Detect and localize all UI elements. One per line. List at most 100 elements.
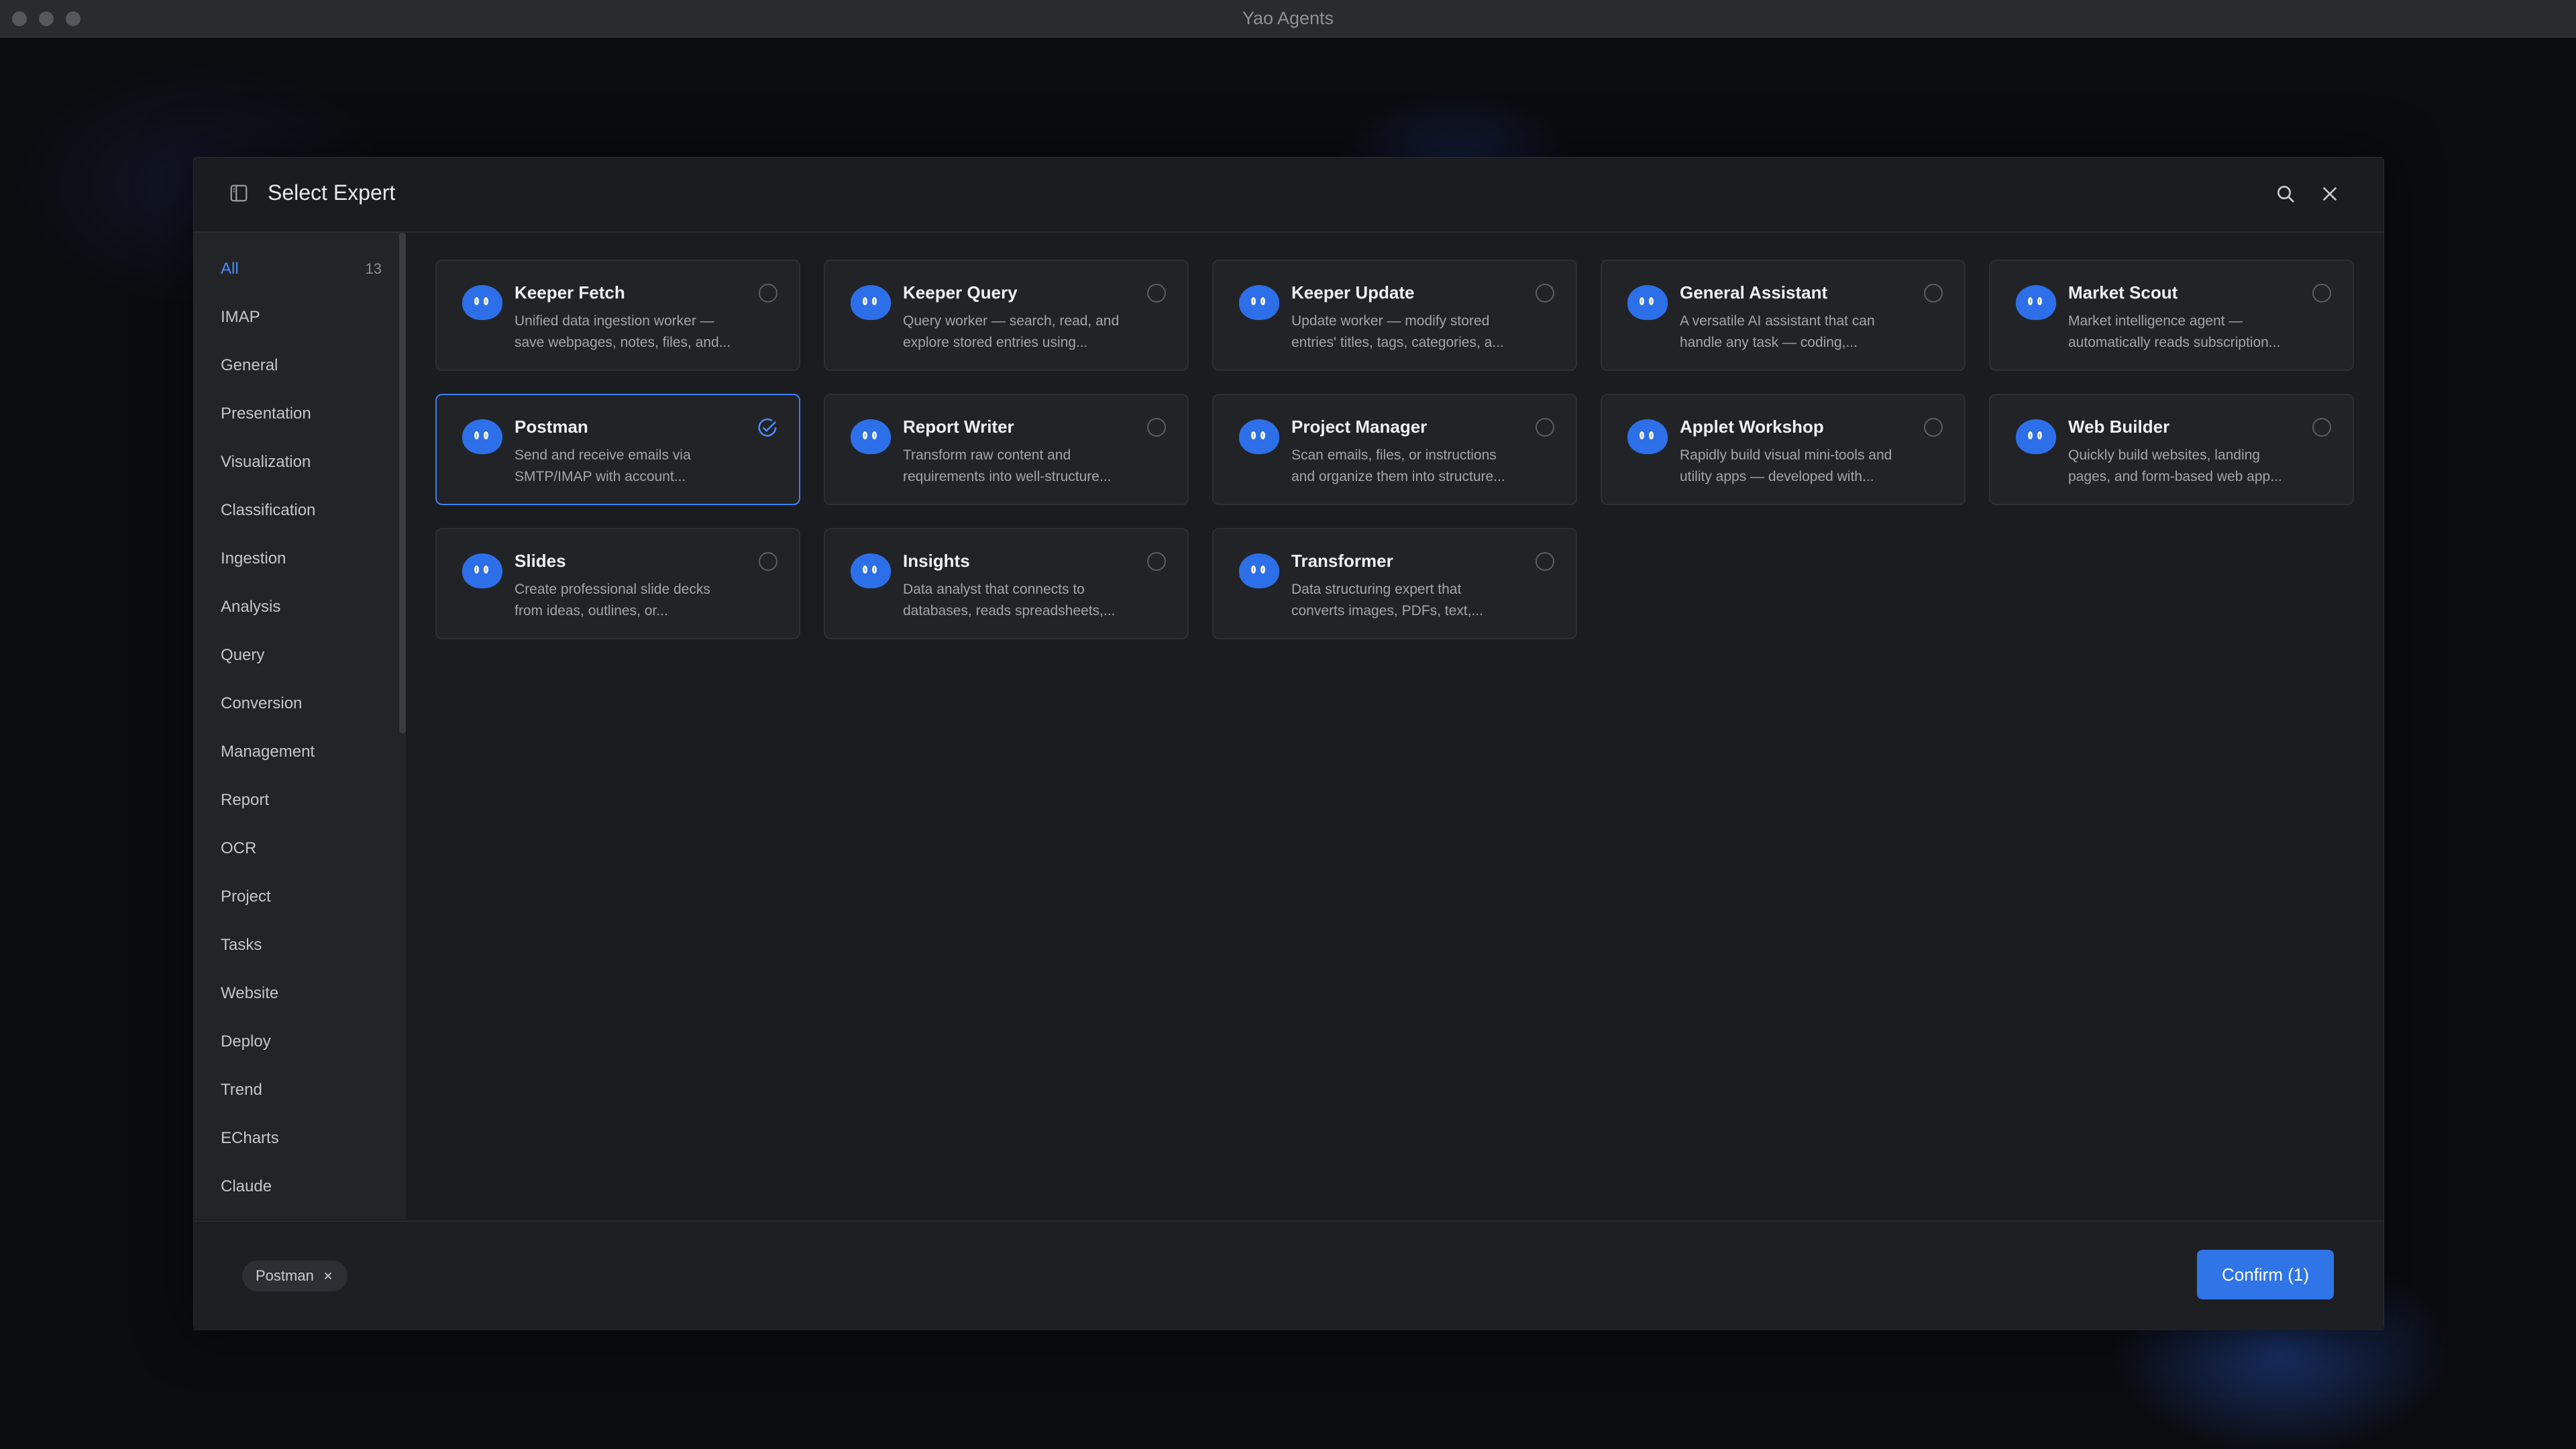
category-count: 13 <box>365 260 382 277</box>
radio-unchecked-icon[interactable] <box>1536 418 1554 437</box>
robot-avatar-icon <box>462 553 502 588</box>
expert-card-insights[interactable]: Insights Data analyst that connects to da… <box>824 528 1189 639</box>
category-item-management[interactable]: Management <box>221 733 382 771</box>
category-label: Ingestion <box>221 549 286 568</box>
category-item-deploy[interactable]: Deploy <box>221 1023 382 1061</box>
modal-header: Select Expert <box>194 158 2383 233</box>
category-item-report[interactable]: Report <box>221 782 382 819</box>
radio-unchecked-icon[interactable] <box>1536 284 1554 303</box>
robot-avatar-icon <box>462 285 502 320</box>
robot-avatar-icon <box>1239 419 1279 454</box>
expert-card-web-builder[interactable]: Web Builder Quickly build websites, land… <box>1989 394 2354 505</box>
expert-card-general-assistant[interactable]: General Assistant A versatile AI assista… <box>1601 260 1966 371</box>
expert-description: Rapidly build visual mini-tools and utili… <box>1680 447 1892 484</box>
category-item-imap[interactable]: IMAP <box>221 299 382 336</box>
expert-card-keeper-query[interactable]: Keeper Query Query worker — search, read… <box>824 260 1189 371</box>
category-item-conversion[interactable]: Conversion <box>221 685 382 722</box>
robot-avatar-icon <box>2016 419 2056 454</box>
category-label: Report <box>221 791 270 809</box>
minimize-window-button[interactable] <box>39 11 54 26</box>
category-label: Analysis <box>221 598 281 616</box>
category-item-visualization[interactable]: Visualization <box>221 443 382 481</box>
radio-unchecked-icon[interactable] <box>759 284 777 303</box>
category-label: Trend <box>221 1081 262 1099</box>
expert-description: Quickly build websites, landing pages, an… <box>2068 447 2282 484</box>
category-label: Tasks <box>221 936 262 954</box>
expert-card-keeper-update[interactable]: Keeper Update Update worker — modify sto… <box>1212 260 1577 371</box>
expert-card-market-scout[interactable]: Market Scout Market intelligence agent —… <box>1989 260 2354 371</box>
expert-description: Data structuring expert that converts ima… <box>1291 582 1483 619</box>
expert-description: A versatile AI assistant that can handle … <box>1680 313 1875 350</box>
expert-description: Data analyst that connects to databases, … <box>903 582 1116 619</box>
sidebar-toggle-icon[interactable] <box>229 183 249 203</box>
category-item-ocr[interactable]: OCR <box>221 830 382 867</box>
expert-description: Query worker — search, read, and explore … <box>903 313 1120 350</box>
category-label: Deploy <box>221 1032 271 1051</box>
radio-unchecked-icon[interactable] <box>1147 552 1166 571</box>
close-window-button[interactable] <box>12 11 27 26</box>
robot-avatar-icon <box>1627 285 1668 320</box>
category-label: Classification <box>221 501 316 519</box>
category-item-claude[interactable]: Claude <box>221 1168 382 1205</box>
category-item-classification[interactable]: Classification <box>221 492 382 529</box>
category-item-presentation[interactable]: Presentation <box>221 395 382 433</box>
robot-avatar-icon <box>1627 419 1668 454</box>
radio-unchecked-icon[interactable] <box>759 552 777 571</box>
expert-name: Keeper Update <box>1291 282 1415 303</box>
expert-name: Slides <box>515 551 566 571</box>
expert-name: General Assistant <box>1680 282 1828 303</box>
chip-label: Postman <box>256 1267 314 1284</box>
expert-name: Postman <box>515 417 588 437</box>
radio-unchecked-icon[interactable] <box>1924 418 1943 437</box>
category-label: Visualization <box>221 453 311 471</box>
robot-avatar-icon <box>851 285 891 320</box>
remove-chip-close-icon[interactable] <box>322 1270 334 1282</box>
category-item-website[interactable]: Website <box>221 975 382 1012</box>
confirm-button[interactable]: Confirm (1) <box>2197 1250 2334 1299</box>
zoom-window-button[interactable] <box>66 11 80 26</box>
robot-avatar-icon <box>2016 285 2056 320</box>
category-label: Conversion <box>221 694 303 712</box>
expert-card-applet-workshop[interactable]: Applet Workshop Rapidly build visual min… <box>1601 394 1966 505</box>
window-titlebar: Yao Agents <box>0 0 2576 38</box>
expert-name: Keeper Fetch <box>515 282 625 303</box>
close-icon[interactable] <box>2319 183 2341 205</box>
modal-title: Select Expert <box>268 180 396 205</box>
radio-unchecked-icon[interactable] <box>1147 284 1166 303</box>
category-item-ingestion[interactable]: Ingestion <box>221 540 382 578</box>
select-expert-modal: Select Expert All 13 IMAP General Presen… <box>193 157 2384 1330</box>
category-label: Claude <box>221 1177 272 1195</box>
category-item-general[interactable]: General <box>221 347 382 384</box>
expert-name: Web Builder <box>2068 417 2170 437</box>
expert-card-transformer[interactable]: Transformer Data structuring expert that… <box>1212 528 1577 639</box>
expert-description: Scan emails, files, or instructions and o… <box>1291 447 1505 484</box>
category-item-all[interactable]: All 13 <box>221 250 382 288</box>
check-circle-icon[interactable] <box>756 417 779 439</box>
radio-unchecked-icon[interactable] <box>1924 284 1943 303</box>
expert-description: Market intelligence agent — automatically… <box>2068 313 2281 350</box>
category-item-project[interactable]: Project <box>221 878 382 916</box>
expert-card-report-writer[interactable]: Report Writer Transform raw content and r… <box>824 394 1189 505</box>
sidebar-scrollbar[interactable] <box>399 233 406 733</box>
modal-footer: Postman Confirm (1) <box>194 1220 2383 1330</box>
window-controls <box>12 11 80 26</box>
radio-unchecked-icon[interactable] <box>1147 418 1166 437</box>
radio-unchecked-icon[interactable] <box>1536 552 1554 571</box>
expert-card-project-manager[interactable]: Project Manager Scan emails, files, or i… <box>1212 394 1577 505</box>
robot-avatar-icon <box>851 419 891 454</box>
expert-card-postman[interactable]: Postman Send and receive emails via SMTP/… <box>435 394 800 505</box>
robot-avatar-icon <box>1239 285 1279 320</box>
expert-description: Send and receive emails via SMTP/IMAP wit… <box>515 447 691 484</box>
robot-avatar-icon <box>462 419 502 454</box>
category-item-query[interactable]: Query <box>221 637 382 674</box>
expert-card-slides[interactable]: Slides Create professional slide decks fr… <box>435 528 800 639</box>
robot-avatar-icon <box>851 553 891 588</box>
expert-card-keeper-fetch[interactable]: Keeper Fetch Unified data ingestion work… <box>435 260 800 371</box>
radio-unchecked-icon[interactable] <box>2312 418 2331 437</box>
category-item-echarts[interactable]: ECharts <box>221 1120 382 1157</box>
category-item-trend[interactable]: Trend <box>221 1071 382 1109</box>
category-item-analysis[interactable]: Analysis <box>221 588 382 626</box>
radio-unchecked-icon[interactable] <box>2312 284 2331 303</box>
category-item-tasks[interactable]: Tasks <box>221 926 382 964</box>
search-icon[interactable] <box>2275 183 2296 205</box>
